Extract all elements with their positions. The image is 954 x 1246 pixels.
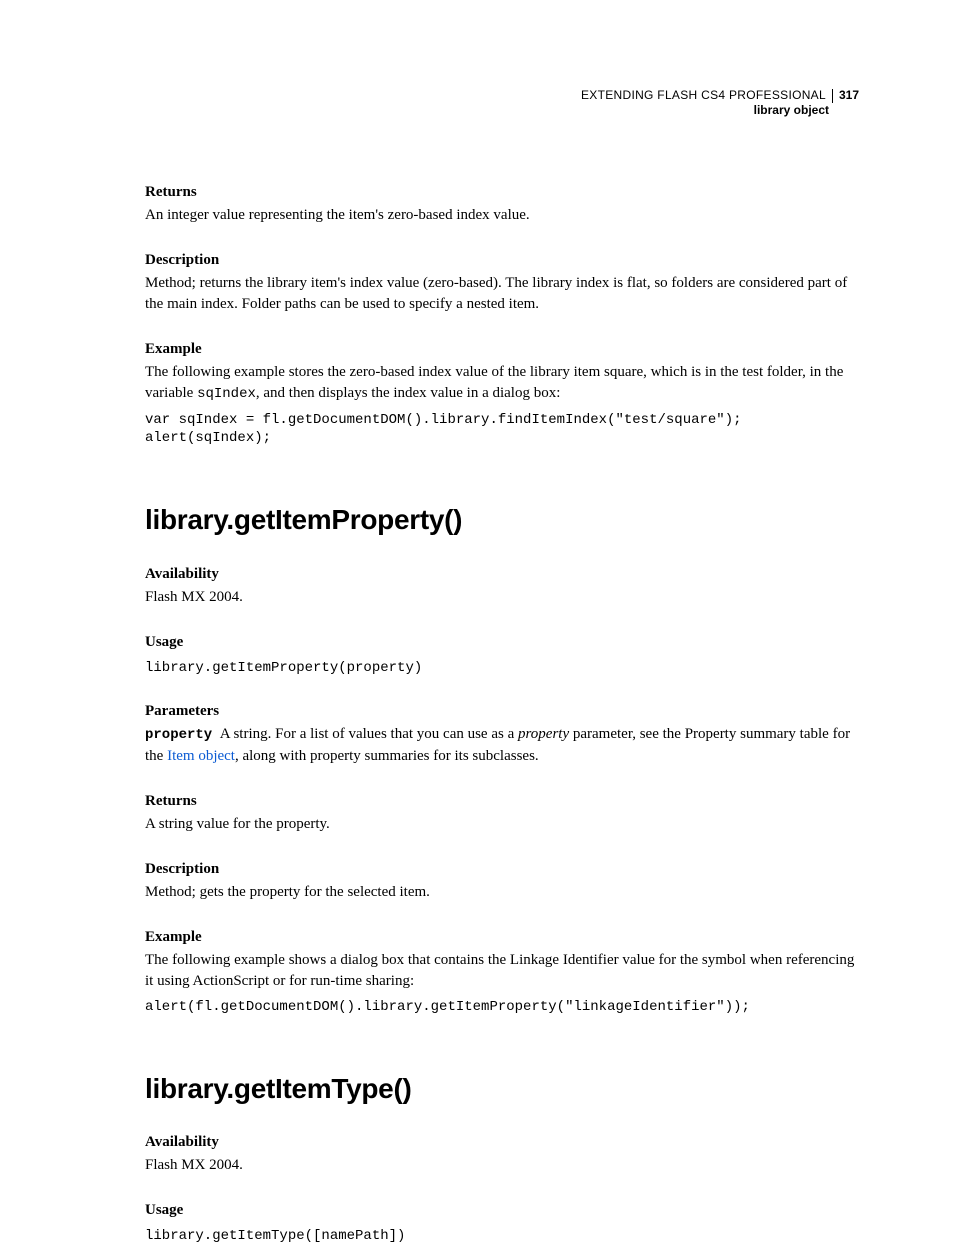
example-body: The following example stores the zero-ba… bbox=[145, 362, 859, 405]
param-name-italic: property bbox=[518, 726, 569, 742]
chapter-title: library object bbox=[581, 103, 859, 118]
page-number: 317 bbox=[839, 88, 859, 103]
param-text-post: , along with property summaries for its … bbox=[235, 748, 539, 764]
api-heading-getitemtype: library.getItemType() bbox=[145, 1069, 859, 1108]
example-heading: Example bbox=[145, 927, 859, 948]
param-name-code: property bbox=[145, 727, 212, 743]
param-text-pre: A string. For a list of values that you … bbox=[220, 726, 518, 742]
parameters-body: property A string. For a list of values … bbox=[145, 724, 859, 767]
description-heading: Description bbox=[145, 250, 859, 271]
usage-heading: Usage bbox=[145, 632, 859, 653]
example-heading: Example bbox=[145, 339, 859, 360]
availability-body: Flash MX 2004. bbox=[145, 587, 859, 608]
code-block: alert(fl.getDocumentDOM().library.getIte… bbox=[145, 998, 859, 1017]
running-header: EXTENDING FLASH CS4 PROFESSIONAL 317 lib… bbox=[581, 88, 859, 118]
code-block: var sqIndex = fl.getDocumentDOM().librar… bbox=[145, 411, 859, 449]
page-content: Returns An integer value representing th… bbox=[145, 88, 859, 1246]
returns-heading: Returns bbox=[145, 182, 859, 203]
availability-heading: Availability bbox=[145, 564, 859, 585]
returns-body: A string value for the property. bbox=[145, 814, 859, 835]
availability-body: Flash MX 2004. bbox=[145, 1155, 859, 1176]
availability-heading: Availability bbox=[145, 1132, 859, 1153]
example-body: The following example shows a dialog box… bbox=[145, 950, 859, 992]
doc-title: EXTENDING FLASH CS4 PROFESSIONAL bbox=[581, 88, 832, 103]
returns-heading: Returns bbox=[145, 791, 859, 812]
parameters-heading: Parameters bbox=[145, 701, 859, 722]
usage-heading: Usage bbox=[145, 1200, 859, 1221]
page: EXTENDING FLASH CS4 PROFESSIONAL 317 lib… bbox=[0, 0, 954, 1235]
usage-code: library.getItemProperty(property) bbox=[145, 659, 859, 678]
description-heading: Description bbox=[145, 859, 859, 880]
item-object-link[interactable]: Item object bbox=[167, 748, 235, 764]
description-body: Method; gets the property for the select… bbox=[145, 882, 859, 903]
api-heading-getitemproperty: library.getItemProperty() bbox=[145, 500, 859, 539]
usage-code: library.getItemType([namePath]) bbox=[145, 1227, 859, 1246]
inline-code-sqindex: sqIndex bbox=[197, 386, 256, 402]
header-separator bbox=[832, 89, 833, 103]
description-body: Method; returns the library item's index… bbox=[145, 273, 859, 315]
example-text-post: , and then displays the index value in a… bbox=[256, 385, 561, 401]
returns-body: An integer value representing the item's… bbox=[145, 205, 859, 226]
